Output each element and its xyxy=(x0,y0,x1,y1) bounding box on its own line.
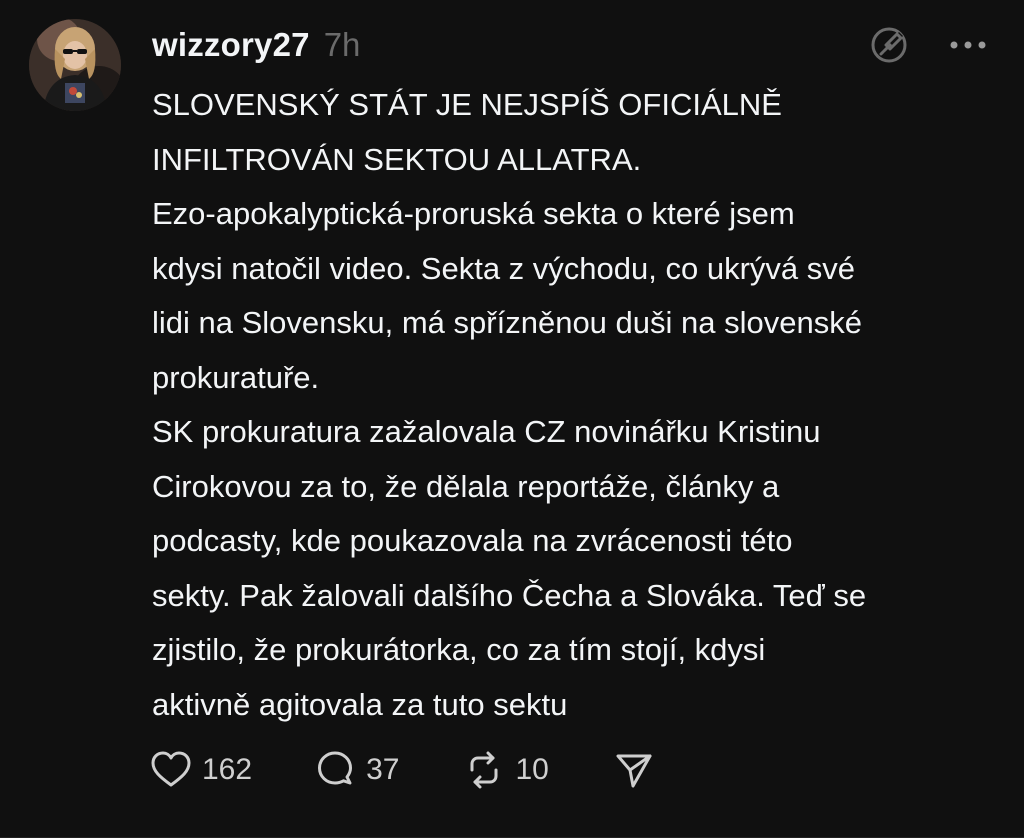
post-text-line: kdysi natočil video. Sekta z východu, co… xyxy=(152,250,855,286)
repost-icon xyxy=(463,750,505,790)
post-header-actions xyxy=(868,22,988,68)
post-text-line: Ezo-apokalyptická-proruská sekta o které… xyxy=(152,196,795,231)
post-body: SLOVENSKÝ STÁT JE NEJSPÍŠ OFICIÁLNĚ INFI… xyxy=(152,78,1002,732)
repost-count: 10 xyxy=(515,753,549,786)
thread-post: wizzory27 7h SLOVENSKÝ STÁT JE NEJSPÍŠ O… xyxy=(0,0,1024,838)
post-text-line: SLOVENSKÝ STÁT JE NEJSPÍŠ OFICIÁLNĚ xyxy=(152,87,782,122)
comment-icon xyxy=(314,750,356,790)
avatar-image xyxy=(29,19,121,111)
post-text-line: zjistilo, že prokurátorka, co za tím sto… xyxy=(152,632,766,667)
heart-icon xyxy=(150,750,192,790)
post-text-line: prokuratuře. xyxy=(152,359,320,395)
post-actions: 162 37 10 xyxy=(150,745,655,795)
timestamp: 7h xyxy=(323,26,361,63)
username[interactable]: wizzory27 xyxy=(152,26,310,64)
post-text-line: podcasty, kde poukazovala na zvrácenosti… xyxy=(152,523,793,558)
edit-circle-icon[interactable] xyxy=(868,24,910,66)
post-text-line: sekty. Pak žalovali dalšího Čecha a Slov… xyxy=(152,577,867,613)
like-button[interactable]: 162 xyxy=(150,750,252,790)
post-text-line: INFILTROVÁN SEKTOU ALLATRA. xyxy=(152,141,642,177)
like-count: 162 xyxy=(202,753,253,786)
post-header: wizzory27 7h xyxy=(152,22,360,68)
avatar[interactable] xyxy=(29,19,121,111)
reply-count: 37 xyxy=(366,753,400,786)
more-dots-icon[interactable] xyxy=(948,39,988,51)
repost-button[interactable]: 10 xyxy=(463,750,549,790)
post-text-line: Cirokovou za to, že dělala reportáže, čl… xyxy=(152,468,780,504)
post-text-line: lidi na Slovensku, má spřízněnou duši na… xyxy=(152,305,862,340)
send-icon xyxy=(613,750,655,790)
reply-button[interactable]: 37 xyxy=(314,750,399,790)
share-button[interactable] xyxy=(613,750,655,790)
post-text-line: aktivně agitovala za tuto sektu xyxy=(152,686,568,722)
post-text-line: SK prokuratura zažalovala CZ novinářku K… xyxy=(152,414,821,449)
